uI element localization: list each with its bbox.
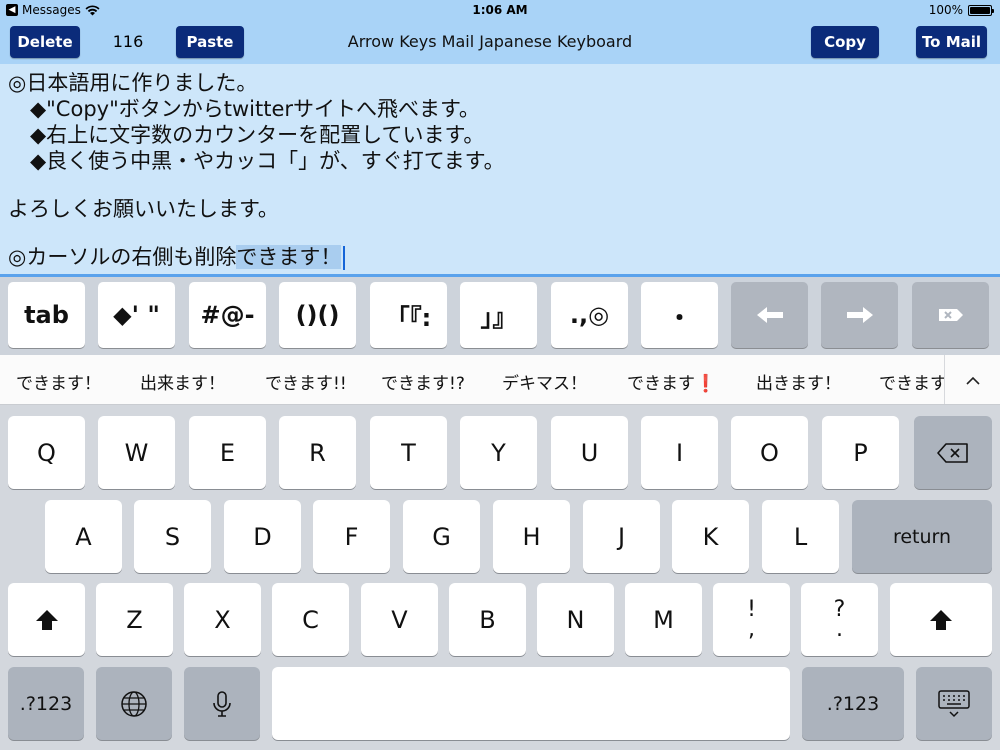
nakaguro-key[interactable]: ・ xyxy=(641,282,718,348)
copy-button[interactable]: Copy xyxy=(811,26,879,58)
key-j[interactable]: J xyxy=(583,500,660,573)
toolbar-title: Arrow Keys Mail Japanese Keyboard xyxy=(347,32,633,51)
microphone-icon xyxy=(213,690,231,717)
editor-line: ◆良く使う中黒・やカッコ「」が、すぐ打てます。 xyxy=(30,149,505,173)
return-key[interactable]: return xyxy=(852,500,992,573)
key-y[interactable]: Y xyxy=(460,416,537,489)
key-u[interactable]: U xyxy=(551,416,628,489)
left-arrow-icon xyxy=(756,307,783,323)
text-editor[interactable]: ◎日本語用に作りました。 ◆"Copy"ボタンからtwitterサイトへ飛べます… xyxy=(0,64,1000,275)
diamond-quote-key[interactable]: ◆' " xyxy=(98,282,175,348)
key-p[interactable]: P xyxy=(822,416,899,489)
key-a[interactable]: A xyxy=(45,500,122,573)
key-w[interactable]: W xyxy=(98,416,175,489)
editor-line: ◆"Copy"ボタンからtwitterサイトへ飛べます。 xyxy=(30,97,480,121)
suggestion-item-emoji[interactable]: できます❗ xyxy=(627,369,716,394)
delete-right-icon xyxy=(938,309,963,321)
globe-key[interactable] xyxy=(96,667,172,740)
editor-line: ◆右上に文字数のカウンターを配置しています。 xyxy=(30,123,485,147)
left-arrow-key[interactable] xyxy=(731,282,808,348)
expand-suggestions-button[interactable] xyxy=(944,355,1000,404)
close-bracket-key[interactable]: 」』 xyxy=(460,282,537,348)
suggestion-item[interactable]: できます xyxy=(879,369,947,394)
status-bar: ◀ Messages 1:06 AM 100% xyxy=(0,0,1000,22)
key-bottom-char: . xyxy=(836,616,843,642)
paste-button[interactable]: Paste xyxy=(176,26,244,58)
parentheses-key[interactable]: ()() xyxy=(279,282,356,348)
key-c[interactable]: C xyxy=(272,583,349,656)
shift-right-key[interactable] xyxy=(890,583,992,656)
suggestion-item[interactable]: できます！ xyxy=(16,369,101,394)
key-bottom-char: , xyxy=(747,616,755,642)
key-x[interactable]: X xyxy=(184,583,261,656)
key-m[interactable]: M xyxy=(625,583,702,656)
key-d[interactable]: D xyxy=(224,500,301,573)
dictation-key[interactable] xyxy=(184,667,260,740)
key-g[interactable]: G xyxy=(403,500,480,573)
custom-key-row: tab ◆' " #@- ()() 「『: 」』 .,◎ ・ xyxy=(0,277,1000,355)
editor-line: ◎日本語用に作りました。 xyxy=(8,71,258,95)
editor-line-current: ◎カーソルの右側も削除できます！ xyxy=(8,244,992,270)
key-q[interactable]: Q xyxy=(8,416,85,489)
to-mail-button[interactable]: To Mail xyxy=(916,26,987,58)
shift-left-key[interactable] xyxy=(8,583,85,656)
suggestion-bar: できます！ 出来ます！ できます!! できます!? デキマス！ できます❗ 出き… xyxy=(0,355,1000,405)
chevron-up-icon xyxy=(965,376,980,385)
key-l[interactable]: L xyxy=(762,500,839,573)
key-exclaim-comma[interactable]: !, xyxy=(713,583,790,656)
numbers-key-right[interactable]: .?123 xyxy=(802,667,904,740)
delete-button[interactable]: Delete xyxy=(10,26,80,58)
suggestion-item[interactable]: 出きます！ xyxy=(756,369,841,394)
key-question-period[interactable]: ?. xyxy=(801,583,878,656)
key-r[interactable]: R xyxy=(279,416,356,489)
suggestion-item[interactable]: できます!? xyxy=(381,369,465,394)
numbers-key-left[interactable]: .?123 xyxy=(8,667,84,740)
shift-icon xyxy=(35,609,58,630)
editor-text-prefix: ◎カーソルの右側も削除 xyxy=(8,245,237,269)
right-arrow-icon xyxy=(846,307,873,323)
key-h[interactable]: H xyxy=(493,500,570,573)
suggestion-item[interactable]: デキマス！ xyxy=(502,369,587,394)
battery-percent: 100% xyxy=(928,3,963,17)
suggestion-item[interactable]: 出来ます！ xyxy=(140,369,225,394)
key-t[interactable]: T xyxy=(370,416,447,489)
back-app-label: Messages xyxy=(22,3,81,17)
back-to-app[interactable]: ◀ Messages xyxy=(6,3,100,17)
wifi-icon xyxy=(85,4,100,15)
punctuation-key[interactable]: .,◎ xyxy=(551,282,628,348)
text-cursor xyxy=(343,246,346,270)
key-i[interactable]: I xyxy=(641,416,718,489)
key-z[interactable]: Z xyxy=(96,583,173,656)
battery-icon xyxy=(968,4,994,16)
status-time: 1:06 AM xyxy=(472,3,528,17)
suggestion-item[interactable]: できます!! xyxy=(265,369,347,394)
right-arrow-key[interactable] xyxy=(821,282,898,348)
key-e[interactable]: E xyxy=(189,416,266,489)
shift-icon xyxy=(930,609,952,630)
marked-text: できます！ xyxy=(236,245,342,269)
symbol-key[interactable]: #@- xyxy=(189,282,266,348)
key-k[interactable]: K xyxy=(672,500,749,573)
back-arrow-icon: ◀ xyxy=(6,4,18,16)
backspace-icon xyxy=(937,442,968,463)
tab-key[interactable]: tab xyxy=(8,282,85,348)
key-o[interactable]: O xyxy=(731,416,808,489)
keyboard: Q W E R T Y U I O P A S D F G H J K L re… xyxy=(0,405,1000,750)
globe-icon xyxy=(121,690,147,717)
key-f[interactable]: F xyxy=(313,500,390,573)
key-v[interactable]: V xyxy=(361,583,438,656)
dismiss-keyboard-key[interactable] xyxy=(916,667,992,740)
app-toolbar: Delete 116 Paste Arrow Keys Mail Japanes… xyxy=(0,22,1000,64)
character-counter: 116 xyxy=(112,32,144,51)
key-b[interactable]: B xyxy=(449,583,526,656)
exclamation-emoji-icon: ❗ xyxy=(695,374,717,394)
forward-delete-key[interactable] xyxy=(912,282,989,348)
backspace-key[interactable] xyxy=(914,416,992,489)
open-bracket-key[interactable]: 「『: xyxy=(370,282,447,348)
editor-line: よろしくお願いいたします。 xyxy=(8,197,279,221)
keyboard-dismiss-icon xyxy=(938,689,970,717)
key-s[interactable]: S xyxy=(134,500,211,573)
space-key[interactable] xyxy=(272,667,790,740)
key-n[interactable]: N xyxy=(537,583,614,656)
